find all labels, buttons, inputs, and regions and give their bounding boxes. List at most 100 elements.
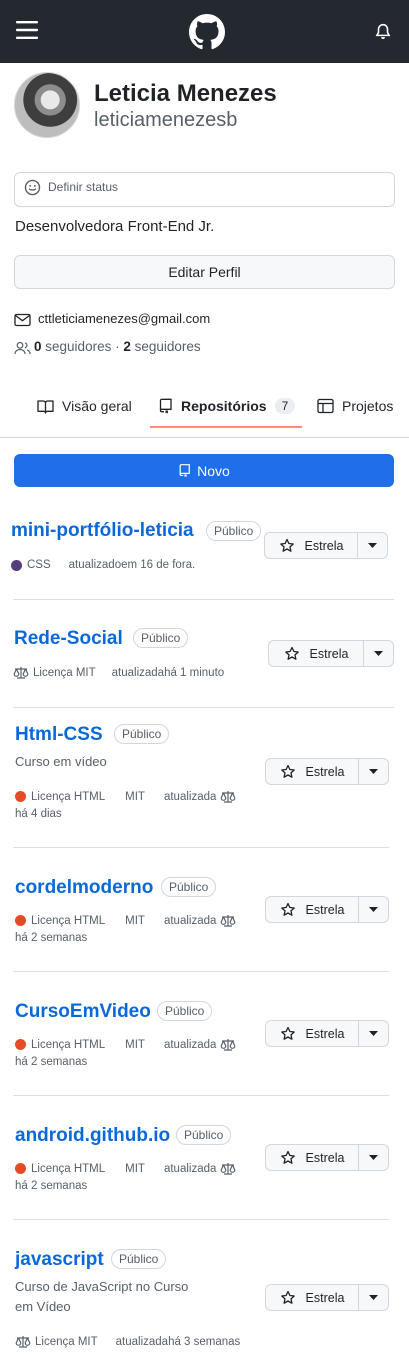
repo-divider <box>13 971 389 972</box>
repo-updated: atualizada <box>163 914 217 927</box>
repo-meta: Licença MIT atualizadahá 3 semanas <box>15 1335 240 1348</box>
star-label: Estrela <box>304 538 344 553</box>
repo-updated: atualizadahá 1 minuto <box>111 666 225 679</box>
repo-meta: Licença HTML MIT atualizada <box>15 1038 236 1051</box>
star-button[interactable]: Estrela <box>266 759 359 784</box>
github-logo-icon[interactable] <box>189 14 225 50</box>
repo-language: Licença HTML <box>31 914 106 927</box>
visibility-badge: Público <box>111 1249 167 1269</box>
repo-divider <box>13 847 389 848</box>
follow-separator: · <box>115 339 120 354</box>
repo-meta: Licença HTML MIT atualizada <box>15 914 236 927</box>
repo-meta: Licença HTML MIT atualizada <box>15 790 236 803</box>
star-label: Estrela <box>305 1150 345 1165</box>
tab-projects[interactable]: Projetos <box>317 396 393 416</box>
repo-updated-when: há 4 dias <box>15 808 62 820</box>
followers-summary[interactable]: 0 seguidores · 2 seguidores <box>34 339 201 354</box>
repo-name-link[interactable]: android.github.io <box>15 1125 170 1147</box>
repo-name-link[interactable]: CursoEmVideo <box>15 1001 151 1023</box>
repo-name-link[interactable]: cordelmoderno <box>15 877 153 899</box>
repo-updated-when: há 2 semanas <box>15 1180 88 1192</box>
visibility-badge: Público <box>161 877 217 897</box>
repo-description-line1: Curso de JavaScript no Curso <box>15 1279 189 1294</box>
repo-name-link[interactable]: Html-CSS <box>15 724 103 746</box>
repo-language: Licença HTML <box>31 1038 106 1051</box>
repo-divider <box>13 1219 389 1220</box>
triangle-down-icon <box>369 1295 378 1300</box>
tab-divider <box>0 437 409 438</box>
star-icon <box>280 1290 306 1306</box>
star-list-dropdown[interactable] <box>358 533 387 558</box>
repo-name-link[interactable]: javascript <box>15 1249 104 1271</box>
law-icon <box>220 914 236 927</box>
tab-repositories[interactable]: Repositórios 7 <box>158 396 296 416</box>
repo-icon <box>178 463 197 478</box>
bell-icon[interactable] <box>374 23 392 41</box>
star-list-dropdown[interactable] <box>359 897 388 922</box>
star-list-dropdown[interactable] <box>359 759 388 784</box>
repo-name-link[interactable]: mini-portfólio-leticia <box>11 520 194 542</box>
star-label: Estrela <box>305 764 345 779</box>
law-icon <box>15 1335 31 1348</box>
star-button[interactable]: Estrela <box>269 641 364 666</box>
tab-projects-label: Projetos <box>342 398 394 414</box>
star-button[interactable]: Estrela <box>266 1145 359 1170</box>
repo-license: MIT <box>125 1038 145 1051</box>
language-color-dot <box>15 915 26 926</box>
repo-meta: CSS atualizadoem 16 de fora. <box>11 559 195 571</box>
star-icon <box>280 764 306 780</box>
star-list-dropdown[interactable] <box>359 1021 388 1046</box>
new-repo-label: Novo <box>197 462 230 479</box>
visibility-badge: Público <box>114 724 170 744</box>
repositories-count-badge: 7 <box>274 398 296 414</box>
star-button[interactable]: Estrela <box>266 1285 359 1310</box>
star-icon <box>279 538 305 554</box>
repo-name-link[interactable]: Rede-Social <box>14 628 123 650</box>
law-icon <box>13 666 29 679</box>
tab-repositories-label: Repositórios <box>181 398 267 414</box>
star-button-group: Estrela <box>265 1284 389 1311</box>
star-label: Estrela <box>305 1290 345 1305</box>
mail-icon <box>14 313 31 327</box>
star-button[interactable]: Estrela <box>266 897 359 922</box>
repo-divider <box>13 707 394 708</box>
tab-overview[interactable]: Visão geral <box>37 396 132 416</box>
triangle-down-icon <box>374 651 383 656</box>
people-icon <box>14 341 31 355</box>
law-icon <box>220 790 236 803</box>
star-icon <box>280 1150 306 1166</box>
active-tab-indicator <box>150 426 302 428</box>
following-count: 2 <box>123 339 131 354</box>
avatar[interactable] <box>14 72 80 138</box>
status-placeholder: Definir status <box>48 180 119 194</box>
star-list-dropdown[interactable] <box>364 641 393 666</box>
edit-profile-button[interactable]: Editar Perfil <box>14 255 395 289</box>
star-icon <box>280 902 306 918</box>
star-button-group: Estrela <box>265 758 389 785</box>
triangle-down-icon <box>369 1155 378 1160</box>
repo-divider <box>13 1095 389 1096</box>
star-list-dropdown[interactable] <box>359 1285 388 1310</box>
triangle-down-icon <box>369 769 378 774</box>
star-button[interactable]: Estrela <box>265 533 358 558</box>
followers-count: 0 <box>34 339 42 354</box>
star-button[interactable]: Estrela <box>266 1021 359 1046</box>
repo-updated-when: há 2 semanas <box>15 1056 88 1068</box>
star-list-dropdown[interactable] <box>359 1145 388 1170</box>
repo-description-line2: em Vídeo <box>15 1299 71 1314</box>
triangle-down-icon <box>369 907 378 912</box>
repo-updated: atualizada <box>163 1038 217 1051</box>
visibility-badge: Público <box>157 1001 213 1021</box>
repo-icon <box>158 398 181 414</box>
repo-license: Licença MIT <box>35 1335 98 1348</box>
new-repo-button[interactable]: Novo <box>14 454 394 487</box>
profile-username: leticiamenezesb <box>94 109 238 131</box>
repo-meta: Licença MIT atualizadahá 1 minuto <box>13 666 224 679</box>
star-icon <box>280 1026 306 1042</box>
repo-language: CSS <box>27 559 51 571</box>
hamburger-icon[interactable] <box>14 17 40 43</box>
star-label: Estrela <box>309 646 349 661</box>
profile-email[interactable]: cttleticiamenezes@gmail.com <box>38 311 210 326</box>
language-color-dot <box>11 559 22 571</box>
repo-license: Licença MIT <box>33 666 96 679</box>
